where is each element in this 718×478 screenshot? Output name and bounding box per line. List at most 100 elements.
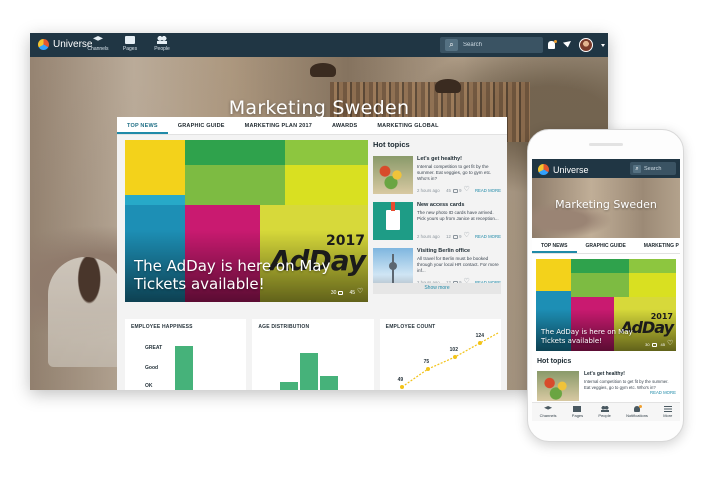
heart-icon [357, 288, 363, 295]
bottom-nav-label: People [598, 413, 611, 418]
tab-graphic-guide[interactable]: GRAPHIC GUIDE [577, 238, 635, 253]
like-count: 45 [660, 340, 674, 347]
phone-speaker [589, 143, 623, 146]
bottom-nav-label: Channels [539, 413, 557, 418]
lanyard-graphic [391, 202, 395, 211]
mobile-app-name: Universe [553, 164, 589, 175]
comment-icon [452, 235, 458, 239]
product-showcase: Universe Channels Pages People ⌕ Search … [0, 0, 718, 478]
bottom-nav-channels[interactable]: Channels [540, 406, 557, 418]
like-count: 45 [349, 288, 363, 296]
mobile-screen: Universe ⌕ Search Marketing Sweden TOP N… [532, 159, 680, 421]
nav-people-label: People [154, 46, 170, 52]
hot-topic-body: Visiting Berlin office All travel for Be… [417, 248, 501, 274]
hot-topic-time: 2 hours ago [417, 188, 440, 193]
employee-count-widget: EMPLOYEE COUNT 49 75 102 124 [379, 319, 501, 390]
feature-block [536, 259, 571, 291]
hot-topic-likes: 9 [459, 234, 462, 239]
lamp-decoration [310, 63, 336, 77]
search-icon: ⌕ [633, 164, 641, 173]
tab-marketing-plan-2017[interactable]: MARKETING PLAN 2017 [235, 117, 322, 134]
tab-marketing-global[interactable]: MARKETING GLOBAL [367, 117, 448, 134]
nav-people[interactable]: People [151, 36, 173, 52]
nav-channels[interactable]: Channels [87, 36, 109, 52]
notifications-bell-icon[interactable] [548, 40, 557, 49]
hot-topic-title: Let's get healthy! [417, 156, 463, 162]
rocket-icon[interactable] [563, 41, 571, 48]
id-card-thumbnail [373, 202, 413, 240]
page-title: Marketing Sweden [228, 97, 410, 119]
heart-icon [464, 186, 470, 193]
id-card-graphic [386, 210, 400, 230]
comment-count-value: 30 [330, 290, 337, 296]
bottom-nav-label: Pages [571, 413, 584, 418]
count-value: 49 [397, 377, 404, 383]
hot-topic-text: All travel for Berlin must be booked thr… [417, 256, 499, 273]
mobile-hot-topics-title: Hot topics [537, 358, 572, 365]
bottom-nav-more[interactable]: More [663, 406, 672, 418]
user-avatar[interactable] [579, 38, 593, 52]
channel-tabs: TOP NEWS GRAPHIC GUIDE MARKETING PLAN 20… [117, 117, 507, 135]
hot-topic-body: Let's get healthy! Internal competition … [417, 156, 501, 182]
employee-count-line [401, 332, 498, 388]
bottom-nav-pages[interactable]: Pages [572, 406, 583, 418]
like-count-value: 45 [660, 342, 665, 347]
hot-topic-likes: 9 [459, 188, 462, 193]
count-value: 124 [475, 333, 484, 339]
mobile-app-logo[interactable]: Universe [538, 164, 589, 175]
nav-pages-label: Pages [122, 46, 138, 52]
tab-top-news[interactable]: TOP NEWS [532, 238, 577, 253]
search-icon[interactable]: ⌕ [445, 39, 458, 51]
feature-block [629, 259, 676, 273]
universe-logo-icon [538, 164, 549, 175]
search-input[interactable] [463, 42, 533, 48]
featured-article-meta: 30 45 [331, 288, 363, 296]
people-icon [600, 406, 609, 412]
mobile-feature-title-line1: The AdDay is here on May [541, 328, 633, 336]
read-more-link[interactable]: READ MORE [475, 234, 501, 239]
hot-topic-item[interactable]: Let's get healthy! Internal competition … [373, 153, 501, 197]
show-more-button[interactable]: Show more [373, 283, 501, 294]
widget-title: EMPLOYEE HAPPINESS [131, 324, 193, 330]
tab-awards[interactable]: AWARDS [322, 117, 367, 134]
mobile-search[interactable]: ⌕ Search [630, 162, 676, 175]
comment-count: 30 [331, 290, 344, 296]
mobile-hot-topic-body[interactable]: Let's get healthy! Internal competition … [584, 371, 676, 396]
age-bar [280, 382, 299, 390]
hot-topic-title: Let's get healthy! [584, 371, 625, 377]
count-point [399, 385, 404, 389]
mobile-feature-title-line2: Tickets available! [541, 337, 602, 345]
feature-block [185, 140, 285, 165]
mobile-channel-tabs: TOP NEWS GRAPHIC GUIDE MARKETING P [532, 238, 680, 254]
read-more-link[interactable]: READ MORE [475, 188, 501, 193]
nav-pages[interactable]: Pages [119, 36, 141, 52]
desktop-window: Universe Channels Pages People ⌕ Search … [30, 33, 608, 390]
featured-article-title: The AdDay is here on May Tickets availab… [134, 257, 331, 293]
hot-topic-item[interactable]: New access cards The new photo ID cards … [373, 199, 501, 243]
age-bar [320, 376, 339, 390]
tab-graphic-guide[interactable]: GRAPHIC GUIDE [168, 117, 235, 134]
bottom-nav-people[interactable]: People [598, 406, 611, 418]
bottom-nav-notifications[interactable]: Notifications [626, 405, 648, 418]
chevron-down-icon[interactable] [601, 43, 605, 47]
mobile-featured-article-meta: 30 45 [645, 340, 674, 347]
hot-topics-title: Hot topics [373, 140, 410, 149]
featured-article[interactable]: 2017 AdDay The AdDay is here on May Tick… [125, 140, 368, 302]
mobile-search-placeholder: Search [644, 165, 662, 172]
app-logo[interactable]: Universe [38, 39, 92, 50]
tab-marketing-plan[interactable]: MARKETING P [635, 238, 680, 253]
berlin-tower-thumbnail [373, 248, 413, 286]
feature-block [125, 140, 185, 195]
hot-topic-title: New access cards [417, 202, 465, 208]
tab-top-news[interactable]: TOP NEWS [117, 117, 168, 134]
comment-count: 30 [645, 342, 657, 347]
mobile-phone-frame: Universe ⌕ Search Marketing Sweden TOP N… [527, 129, 684, 442]
mobile-bottom-nav: Channels Pages People Notifications More [532, 402, 680, 421]
read-more-link[interactable]: READ MORE [584, 390, 676, 396]
count-point [452, 355, 457, 359]
mobile-featured-article[interactable]: 2017 AdDay The AdDay is here on May Tick… [536, 259, 676, 351]
vegetables-thumbnail[interactable] [537, 371, 579, 401]
happiness-label-good: Good [145, 365, 159, 371]
heart-icon [464, 232, 470, 239]
people-icon [157, 36, 167, 44]
